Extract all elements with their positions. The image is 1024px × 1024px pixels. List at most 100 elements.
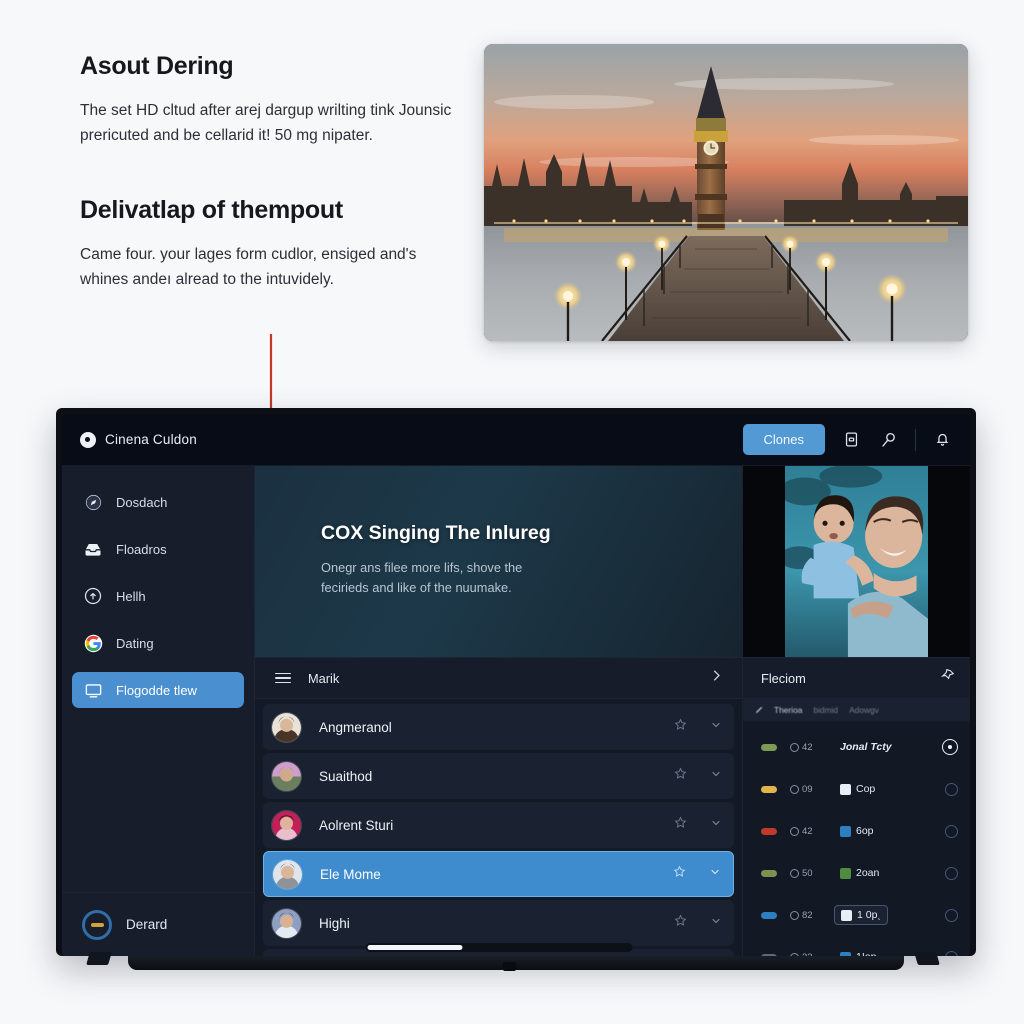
chevron-down-icon[interactable] [710,914,722,932]
hero-title: COX Singing The Inlureg [321,522,551,544]
star-icon[interactable] [674,816,687,834]
clock-icon [790,826,799,836]
star-icon[interactable] [674,914,687,932]
row-name: Aolrent Sturi [319,817,394,833]
chevron-down-icon[interactable] [710,718,722,736]
count-value: 42 [802,741,813,753]
row-name: Ele Mome [320,866,381,882]
brand-logo-icon [80,431,96,448]
clones-button[interactable]: Clones [742,424,825,455]
pin-icon[interactable] [941,668,955,688]
bell-icon[interactable] [930,428,954,452]
sidebar-footer-label: Derard [126,917,168,932]
card-icon[interactable] [839,428,863,452]
item-chip[interactable]: Cop [834,780,881,798]
sidebar-item-floadros[interactable]: Floadros [72,531,244,567]
contact-list[interactable]: Angmeranol Suaithod Aolrent Sturi Ele Mo… [255,699,742,956]
radio-button[interactable] [945,782,958,796]
sidebar-item-hellh[interactable]: Hellh [72,578,244,614]
item-label: 1 0pˎ [857,909,881,921]
chevron-down-icon[interactable] [710,816,722,834]
thumbnail-swatch [841,909,852,921]
article-text-block: Asout Dering The set HD cltud after arej… [80,52,460,292]
star-icon[interactable] [674,718,687,736]
count-group: 09 [790,784,830,795]
list-item[interactable]: 09 Cop [743,768,970,810]
article-heading-2: Delivatlap of thempout [80,196,343,225]
tab-therioa[interactable]: Therioa [774,705,802,715]
avatar [272,858,303,890]
star-icon[interactable] [673,865,686,883]
sidebar-label: Hellh [116,588,146,604]
chevron-down-icon[interactable] [710,767,722,785]
tab-bidmid[interactable]: bidmid [813,705,838,715]
radio-button-selected[interactable] [942,739,958,755]
radio-button[interactable] [945,908,958,922]
status-badge [761,827,777,835]
count-group: 50 [790,868,830,879]
search-icon[interactable] [877,428,901,452]
item-chip[interactable]: 6op [834,822,880,840]
article-heading-1: Asout Dering [80,52,234,80]
item-chip[interactable]: 2oan [834,864,885,882]
sidebar-label: Dosdach [116,494,168,510]
pencil-icon[interactable] [755,701,763,719]
radio-button[interactable] [945,824,958,838]
right-panel-title: Fleciom [761,670,806,686]
count-group: 82 [790,910,830,921]
article-body-2: Came four. your lages form cudlor, ensig… [80,246,417,289]
sidebar-item-flogodde-tlew[interactable]: Flogodde tlew [72,672,244,708]
list-item[interactable]: 82 1 0pˎ [743,894,970,936]
table-row[interactable]: Aolrent Sturi [263,802,734,848]
sidebar-label: Dating [116,635,154,651]
radio-button[interactable] [945,866,958,880]
list-item[interactable]: 50 2oan [743,852,970,894]
list-header: Marik [255,657,742,699]
hero-subtitle: Onegr ans filee more lifs, shove the fec… [321,560,523,595]
count-group: 42 [790,742,830,753]
table-row[interactable]: Suaithod [263,753,734,799]
right-panel-tabs: Therioa bidmid Adowgv [743,699,970,721]
app-sidebar: Dosdach Floadros Hellh Dating Flogodde t… [62,466,255,956]
sidebar-footer[interactable]: Derard [62,892,254,956]
table-row[interactable]: Angmeranol [263,704,734,750]
star-icon[interactable] [674,767,687,785]
item-chip[interactable]: Jonal Tcty [834,738,898,756]
big-ben-photo [484,44,968,341]
item-chip-highlighted[interactable]: 1 0pˎ [834,905,888,925]
list-item[interactable]: 42 Jonal Tcty [743,726,970,768]
list-item[interactable]: 42 6op [743,810,970,852]
row-name: Suaithod [319,768,373,784]
horizontal-scrollbar[interactable] [365,943,632,952]
count-value: 42 [802,825,813,837]
sidebar-item-dating[interactable]: Dating [72,625,244,661]
upload-circle-icon [83,586,103,606]
thumbnail-swatch [840,867,851,879]
hamburger-icon[interactable] [275,672,291,684]
inbox-icon [83,539,103,559]
tv-base [128,956,904,970]
table-row[interactable]: Highi [263,900,734,946]
item-label: Cop [856,783,876,795]
tab-adowgv[interactable]: Adowgv [849,705,879,715]
avatar [271,907,302,939]
status-badge [761,911,777,919]
tv-stand-nub [503,962,516,971]
video-thumbnail[interactable] [743,466,970,657]
brand[interactable]: Cinena Culdon [80,431,197,448]
table-row-selected[interactable]: Ele Mome [263,851,734,897]
chevron-right-icon[interactable] [709,668,724,688]
tv-bezel: Cinena Culdon Clones Dosdach Floadros He… [56,408,976,956]
item-label: Jonal Tcty [840,741,892,753]
chevron-down-icon[interactable] [709,865,721,883]
progress-ring-icon [82,909,112,940]
tv-foot-right [914,952,940,965]
sidebar-item-dosdach[interactable]: Dosdach [72,484,244,520]
count-group: 42 [790,826,830,837]
radio-button[interactable] [945,950,958,956]
item-chip[interactable]: 1!op [834,948,882,956]
hero-banner[interactable]: COX Singing The Inlureg Onegr ans filee … [255,466,742,657]
list-header-title: Marik [308,670,340,686]
avatar [271,809,302,841]
status-badge [761,743,777,751]
